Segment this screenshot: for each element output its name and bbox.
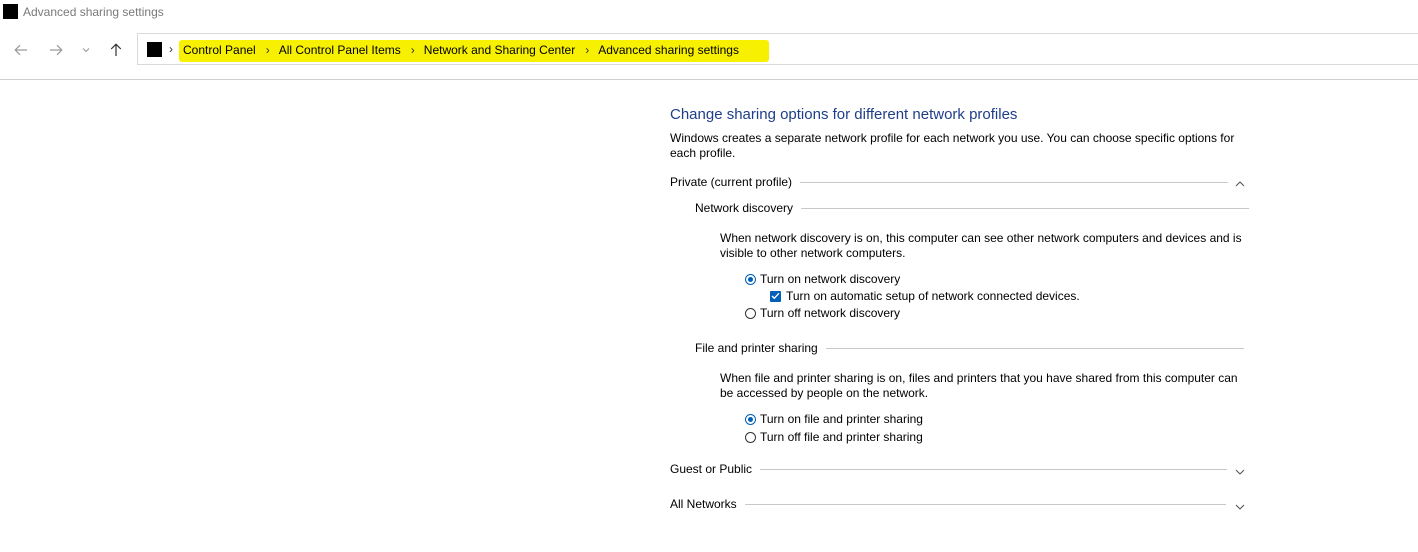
control-panel-icon	[147, 42, 162, 57]
subsection-network-discovery: Network discovery	[695, 201, 1250, 215]
radio-turn-on-network-discovery[interactable]: Turn on network discovery	[745, 272, 900, 286]
option-label: Turn on file and printer sharing	[760, 412, 923, 426]
option-label: Turn on network discovery	[760, 272, 901, 286]
subsection-label: Network discovery	[695, 201, 794, 215]
section-divider	[801, 207, 1250, 209]
back-button[interactable]	[8, 33, 34, 67]
section-divider	[825, 347, 1244, 349]
control-panel-icon	[3, 4, 18, 19]
profile-label-private: Private (current profile)	[670, 175, 793, 189]
profile-label-guest-public: Guest or Public	[670, 462, 753, 476]
chevron-down-icon	[82, 48, 90, 53]
expand-all-networks-button[interactable]	[1234, 501, 1246, 513]
section-divider	[800, 181, 1229, 183]
breadcrumb-all-control-panel-items[interactable]: All Control Panel Items	[279, 43, 401, 57]
radio-turn-off-file-printer-sharing[interactable]: Turn off file and printer sharing	[745, 430, 923, 444]
breadcrumb-network-and-sharing-center[interactable]: Network and Sharing Center	[424, 43, 575, 57]
subsection-file-printer-sharing: File and printer sharing	[695, 341, 1244, 355]
profile-header-private[interactable]: Private (current profile)	[670, 175, 1229, 189]
breadcrumb-separator[interactable]: ›	[411, 43, 415, 57]
radio-selected[interactable]	[745, 273, 756, 285]
breadcrumb-separator[interactable]: ›	[266, 43, 270, 57]
checkmark-icon	[771, 292, 780, 300]
up-button[interactable]	[103, 33, 129, 67]
profile-header-all-networks[interactable]: All Networks	[670, 497, 1226, 511]
radio-turn-on-file-printer-sharing[interactable]: Turn on file and printer sharing	[745, 412, 923, 426]
arrow-left-icon	[14, 44, 27, 56]
forward-button[interactable]	[43, 33, 69, 67]
subsection-label: File and printer sharing	[695, 341, 818, 355]
checkbox-auto-setup[interactable]: Turn on automatic setup of network conne…	[770, 289, 1080, 303]
radio-turn-off-network-discovery[interactable]: Turn off network discovery	[745, 306, 900, 320]
option-label: Turn off network discovery	[760, 306, 901, 320]
chevron-up-icon	[1235, 181, 1245, 187]
chevron-down-icon	[1235, 469, 1245, 475]
breadcrumb-separator[interactable]: ›	[585, 43, 589, 57]
option-label: Turn on automatic setup of network conne…	[786, 289, 1080, 303]
page-description: Windows creates a separate network profi…	[670, 131, 1235, 160]
page-title: Change sharing options for different net…	[670, 106, 1018, 123]
breadcrumb-advanced-sharing-settings[interactable]: Advanced sharing settings	[598, 43, 739, 57]
address-bar[interactable]: › Control Panel › All Control Panel Item…	[137, 33, 1418, 65]
breadcrumb-control-panel[interactable]: Control Panel	[183, 43, 256, 57]
collapse-private-button[interactable]	[1234, 178, 1246, 190]
section-divider	[744, 503, 1226, 505]
breadcrumb-separator[interactable]: ›	[169, 42, 173, 56]
radio-unselected[interactable]	[745, 307, 756, 319]
chevron-down-icon	[1235, 504, 1245, 510]
window-title: Advanced sharing settings	[23, 5, 164, 19]
expand-guest-public-button[interactable]	[1234, 466, 1246, 478]
arrow-up-icon	[110, 43, 122, 56]
radio-unselected[interactable]	[745, 431, 756, 443]
checkbox-checked[interactable]	[770, 290, 781, 302]
profile-label-all-networks: All Networks	[670, 497, 737, 511]
recent-locations-button[interactable]	[78, 33, 94, 67]
profile-header-guest-public[interactable]: Guest or Public	[670, 462, 1228, 476]
navigation-divider	[0, 79, 1418, 80]
arrow-right-icon	[50, 44, 63, 56]
radio-selected[interactable]	[745, 413, 756, 425]
option-label: Turn off file and printer sharing	[760, 430, 923, 444]
file-printer-sharing-description: When file and printer sharing is on, fil…	[720, 371, 1238, 400]
navigation-bar: › Control Panel › All Control Panel Item…	[0, 33, 1418, 67]
network-discovery-description: When network discovery is on, this compu…	[720, 231, 1242, 260]
title-bar: Advanced sharing settings	[0, 0, 1418, 26]
breadcrumb: Control Panel › All Control Panel Items …	[183, 43, 739, 57]
section-divider	[760, 468, 1228, 470]
